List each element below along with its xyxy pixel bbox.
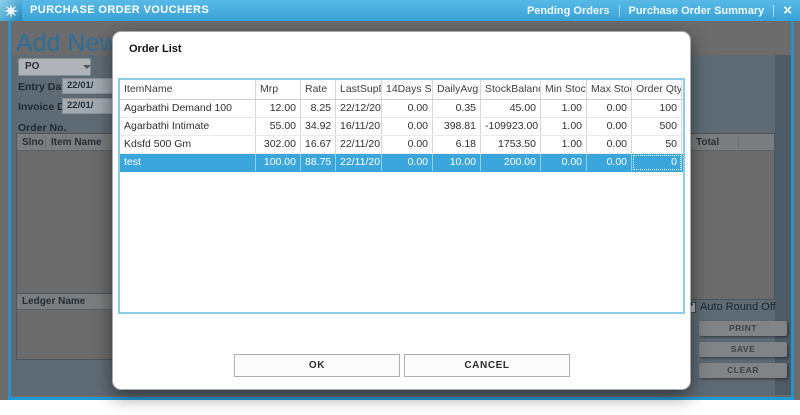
grid-column-header[interactable]: Max Stock bbox=[587, 80, 632, 99]
grid-cell[interactable]: 22/12/201 bbox=[336, 100, 382, 117]
grid-cell[interactable]: 0.00 bbox=[587, 154, 632, 171]
auto-round-off-label: Auto Round Off bbox=[700, 301, 776, 313]
grid-cell[interactable]: 0.35 bbox=[433, 100, 481, 117]
titlebar-divider bbox=[773, 4, 775, 17]
grid-header-filler bbox=[682, 80, 683, 99]
grid-row-filler bbox=[682, 100, 683, 117]
order-list-dialog: Order List ItemName Mrp Rate LastSupD 14Days… bbox=[112, 31, 691, 390]
grid-row-filler bbox=[682, 118, 683, 135]
clear-button[interactable]: CLEAR bbox=[699, 363, 787, 378]
grid-cell[interactable]: 0.00 bbox=[382, 154, 433, 171]
grid-column-header[interactable]: DailyAvg bbox=[433, 80, 481, 99]
grid-cell[interactable]: 10.00 bbox=[433, 154, 481, 171]
grid-cell[interactable]: 0.00 bbox=[587, 118, 632, 135]
grid-cell[interactable]: 500 bbox=[632, 118, 682, 135]
grid-cell[interactable]: 8.25 bbox=[301, 100, 336, 117]
grid-cell[interactable]: 50 bbox=[632, 136, 682, 153]
grid-cell[interactable]: 88.75 bbox=[301, 154, 336, 171]
table-row[interactable]: test 100.00 88.75 22/11/201 0.00 10.00 200.00 0… bbox=[120, 154, 683, 172]
title-bar: PURCHASE ORDER VOUCHERS Pending Orders P… bbox=[0, 0, 800, 21]
table-row[interactable]: Agarbathi Intimate 55.00 34.92 16/11/201 0.0… bbox=[120, 118, 683, 136]
dialog-title: Order List bbox=[129, 43, 182, 55]
order-grid: ItemNameMrpRateLastSupD14Days SaleDailyA… bbox=[118, 78, 685, 314]
column-separator bbox=[738, 136, 739, 148]
grid-row-filler bbox=[682, 154, 683, 171]
grid-cell[interactable]: 100 bbox=[632, 100, 682, 117]
order-grid-body: Agarbathi Demand 10012.008.2522/12/2010.… bbox=[120, 100, 683, 172]
purchase-order-summary-link[interactable]: Purchase Order Summary bbox=[629, 5, 765, 17]
grid-cell[interactable]: 0.00 bbox=[587, 100, 632, 117]
app-logo-icon bbox=[0, 0, 22, 21]
grid-cell[interactable]: 0.00 bbox=[382, 136, 433, 153]
grid-cell[interactable]: test bbox=[120, 154, 256, 171]
grid-column-header[interactable]: Mrp bbox=[256, 80, 301, 99]
grid-column-header[interactable]: Min Stock bbox=[541, 80, 587, 99]
grid-cell[interactable]: Agarbathi Intimate bbox=[120, 118, 256, 135]
window-title: PURCHASE ORDER VOUCHERS bbox=[30, 4, 210, 16]
grid-cell[interactable]: 0.00 bbox=[382, 118, 433, 135]
grid-cell[interactable]: 16.67 bbox=[301, 136, 336, 153]
grid-cell[interactable]: 100.00 bbox=[256, 154, 301, 171]
grid-cell[interactable]: 302.00 bbox=[256, 136, 301, 153]
app-window: PURCHASE ORDER VOUCHERS Pending Orders P… bbox=[0, 0, 800, 415]
table-row[interactable]: Kdsfd 500 Gm 302.00 16.67 22/11/201 0.00 6.18… bbox=[120, 136, 683, 154]
grid-cell[interactable]: 22/11/201 bbox=[336, 154, 382, 171]
close-icon[interactable]: × bbox=[783, 0, 792, 21]
grid-cell[interactable]: 1.00 bbox=[541, 136, 587, 153]
grid-cell[interactable]: 16/11/201 bbox=[336, 118, 382, 135]
ledger-name-column-header: Ledger Name bbox=[22, 296, 86, 307]
grid-cell[interactable]: Kdsfd 500 Gm bbox=[120, 136, 256, 153]
ok-button[interactable]: OK bbox=[234, 354, 400, 377]
grid-cell[interactable]: -109923.00 bbox=[481, 118, 541, 135]
window-border bbox=[791, 21, 794, 397]
grid-cell[interactable]: 0 bbox=[632, 154, 682, 171]
window-border bbox=[8, 397, 794, 400]
pending-orders-link[interactable]: Pending Orders bbox=[527, 5, 610, 17]
table-row[interactable]: Agarbathi Demand 10012.008.2522/12/2010.… bbox=[120, 100, 683, 118]
grid-cell[interactable]: 34.92 bbox=[301, 118, 336, 135]
grid-cell[interactable]: 1.00 bbox=[541, 118, 587, 135]
chevron-down-icon bbox=[83, 65, 91, 69]
cancel-button[interactable]: CANCEL bbox=[404, 354, 570, 377]
grid-column-header[interactable]: StockBalance bbox=[481, 80, 541, 99]
grid-column-header[interactable]: Order Qty bbox=[632, 80, 682, 99]
save-button[interactable]: SAVE bbox=[699, 342, 787, 357]
grid-cell[interactable]: 22/11/201 bbox=[336, 136, 382, 153]
item-name-column-header: Item Name bbox=[51, 137, 102, 148]
grid-row-filler bbox=[682, 136, 683, 153]
grid-cell[interactable]: 398.81 bbox=[433, 118, 481, 135]
grid-cell[interactable]: 45.00 bbox=[481, 100, 541, 117]
grid-column-header[interactable]: 14Days Sale bbox=[382, 80, 433, 99]
column-separator bbox=[45, 136, 46, 148]
grid-cell[interactable]: 6.18 bbox=[433, 136, 481, 153]
order-grid-header: ItemNameMrpRateLastSupD14Days SaleDailyA… bbox=[120, 80, 683, 100]
grid-cell[interactable]: 55.00 bbox=[256, 118, 301, 135]
grid-cell[interactable]: 0.00 bbox=[587, 136, 632, 153]
grid-cell[interactable]: 12.00 bbox=[256, 100, 301, 117]
grid-cell[interactable]: 0.00 bbox=[382, 100, 433, 117]
grid-column-header[interactable]: Rate bbox=[301, 80, 336, 99]
total-column-header: Total bbox=[696, 137, 720, 148]
titlebar-divider bbox=[618, 4, 620, 17]
grid-cell[interactable]: 1753.50 bbox=[481, 136, 541, 153]
slno-column-header: Slno bbox=[22, 137, 44, 148]
grid-column-header[interactable]: ItemName bbox=[120, 80, 256, 99]
grid-cell[interactable]: 1.00 bbox=[541, 100, 587, 117]
grid-cell[interactable]: 0.00 bbox=[541, 154, 587, 171]
grid-column-header[interactable]: LastSupD bbox=[336, 80, 382, 99]
grid-cell[interactable]: 200.00 bbox=[481, 154, 541, 171]
grid-cell[interactable]: Agarbathi Demand 100 bbox=[120, 100, 256, 117]
print-button[interactable]: PRINT bbox=[699, 321, 787, 336]
voucher-type-dropdown[interactable]: PO bbox=[18, 58, 91, 76]
